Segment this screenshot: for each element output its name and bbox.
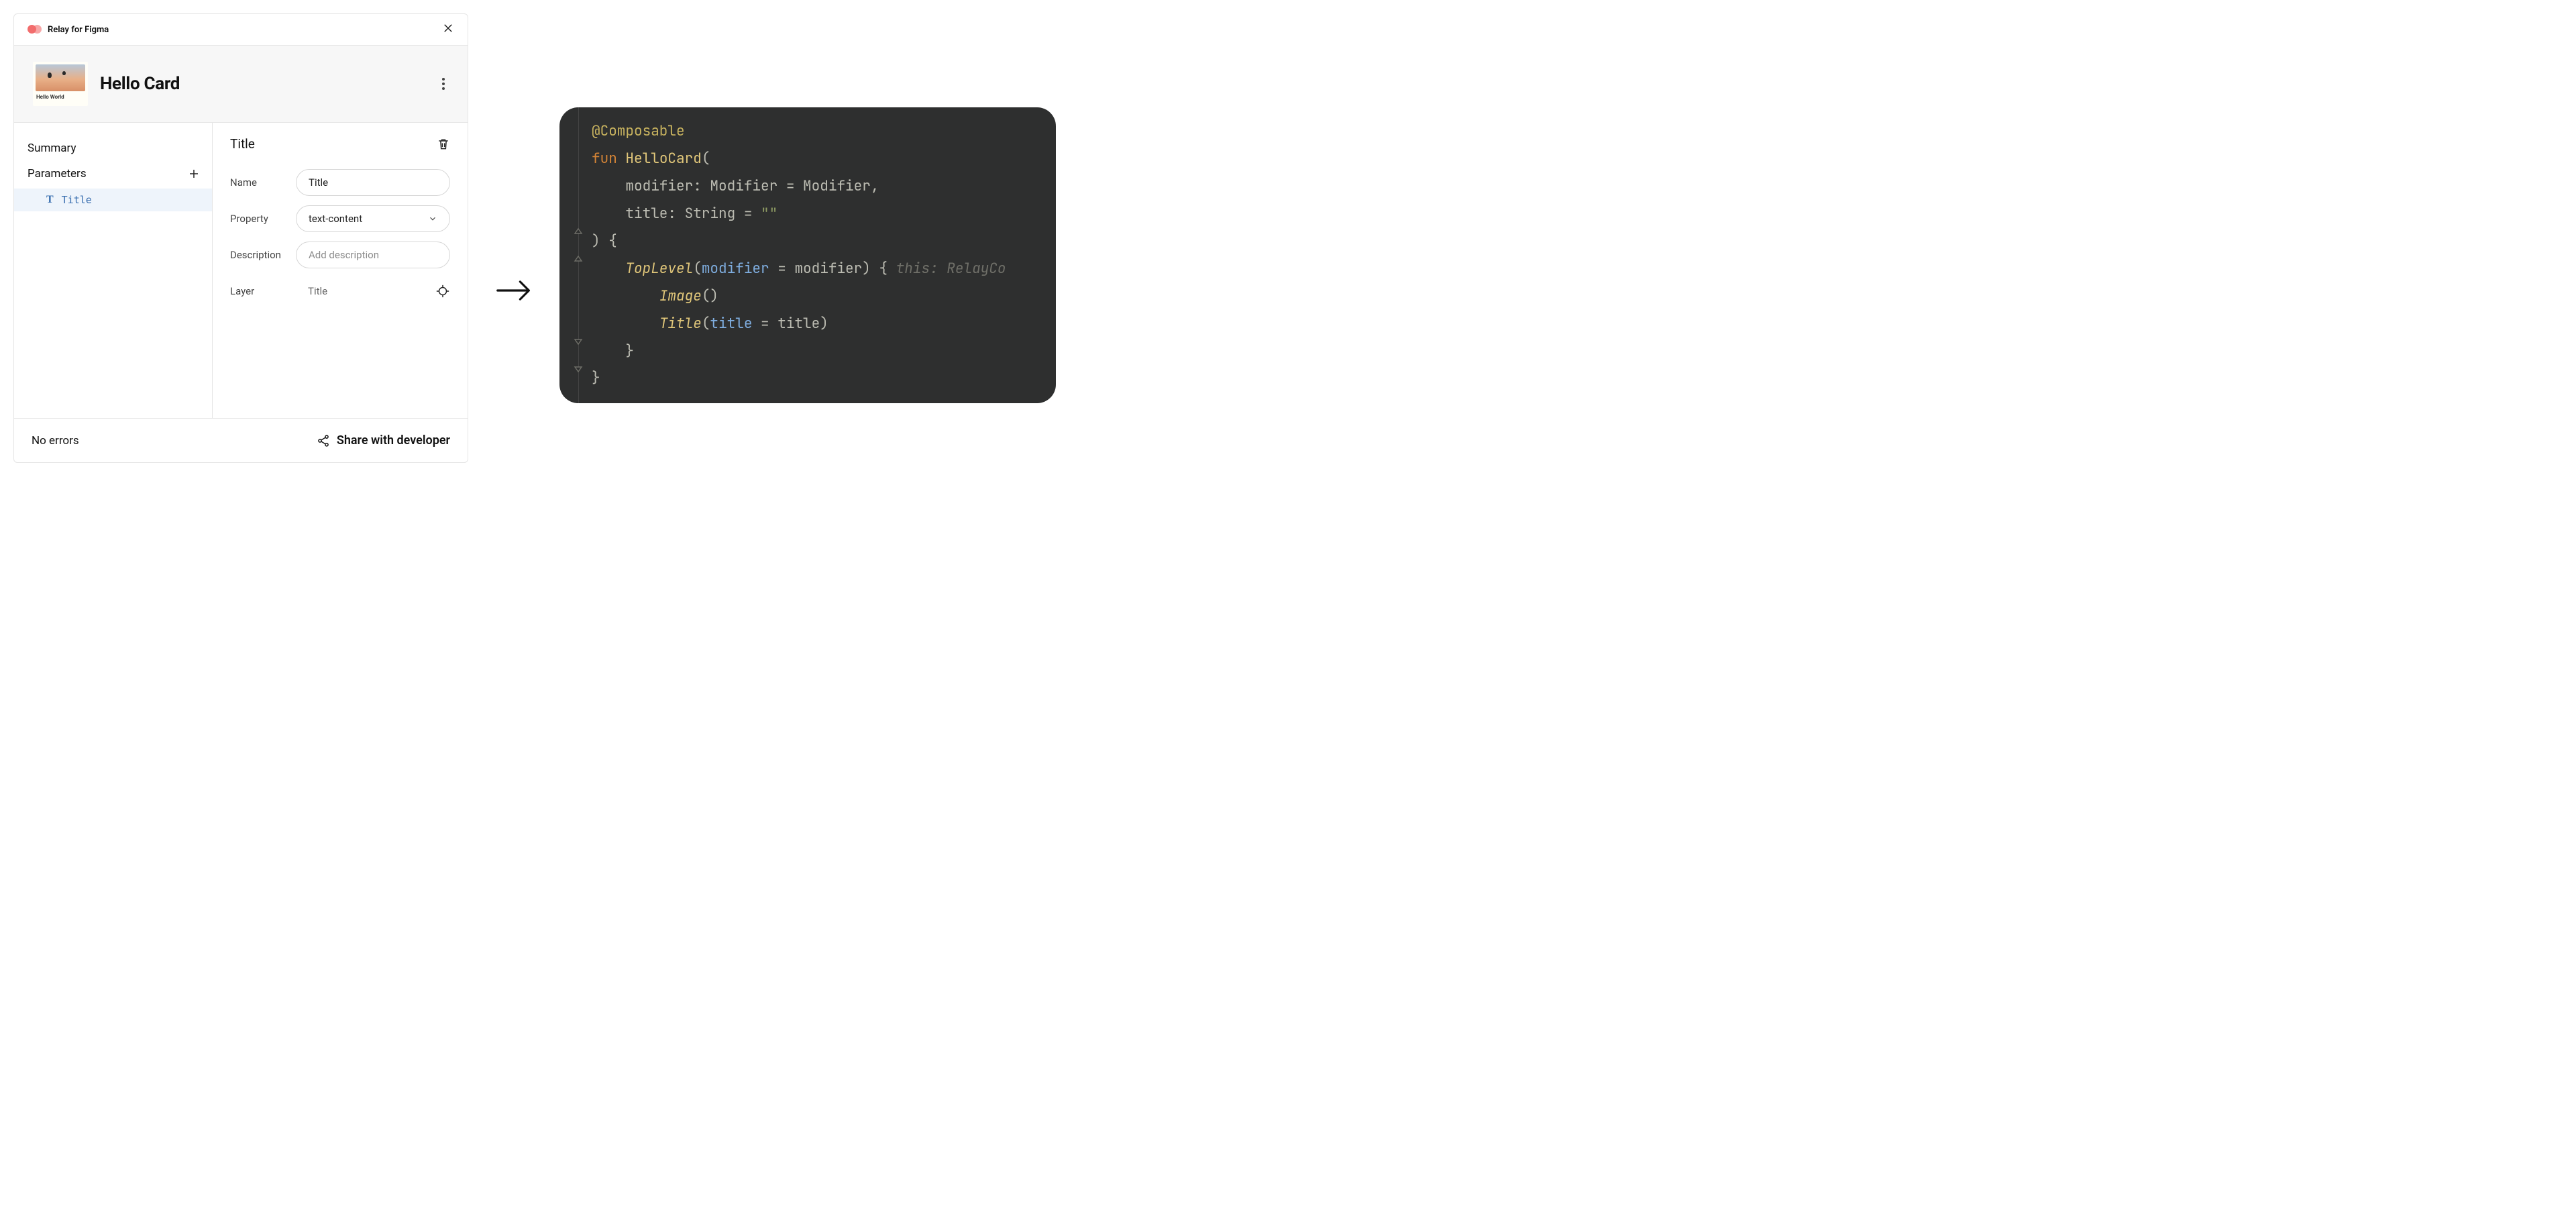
code-line: fun HelloCard( (559, 146, 1056, 173)
property-select-value: text-content (309, 213, 362, 225)
chevron-down-icon (428, 214, 437, 223)
field-layer-row: Layer Title (230, 278, 450, 305)
panel-footer: No errors Share with developer (14, 418, 468, 462)
share-with-developer-button[interactable]: Share with developer (317, 433, 450, 447)
token-named-arg: title (710, 315, 752, 333)
plugin-panel: Relay for Figma Hello World Hello Card S… (13, 13, 468, 463)
code-line: } (559, 365, 1056, 392)
sidebar-summary-heading[interactable]: Summary (14, 136, 212, 160)
token-punct: ( (702, 150, 710, 168)
field-label-description: Description (230, 249, 288, 261)
card-header-left: Hello World Hello Card (33, 62, 180, 106)
relay-logo-icon (28, 24, 42, 35)
brand-name: Relay for Figma (48, 25, 109, 35)
token-fn-name: HelloCard (625, 150, 701, 168)
component-thumbnail: Hello World (33, 62, 88, 106)
code-line: Title(title = title) (559, 311, 1056, 338)
fold-marker-icon[interactable] (572, 335, 584, 348)
sidebar-item-title[interactable]: T Title (14, 189, 212, 211)
token-id: title (777, 315, 820, 333)
fold-marker-icon[interactable] (572, 363, 584, 375)
card-title: Hello Card (100, 74, 180, 94)
detail-pane: Title Name Title Property text-content (213, 123, 468, 418)
field-property-row: Property text-content (230, 205, 450, 232)
code-line: } (559, 338, 1056, 366)
close-icon[interactable] (442, 22, 454, 37)
code-line: ) { (559, 228, 1056, 256)
token-param: modifier (625, 177, 693, 195)
code-line: modifier: Modifier = Modifier, (559, 173, 1056, 201)
fold-marker-icon[interactable] (572, 225, 584, 237)
share-label: Share with developer (337, 433, 450, 447)
code-preview: @Composable fun HelloCard( modifier: Mod… (559, 107, 1056, 403)
token-default: Modifier (803, 177, 871, 195)
arrow-right-icon (495, 277, 533, 307)
token-fn-call: Image (659, 287, 702, 305)
token-param: title (625, 205, 667, 223)
code-line: title: String = "" (559, 201, 1056, 228)
status-text: No errors (32, 434, 79, 447)
token-annotation: @Composable (592, 122, 685, 140)
sidebar-parameters-row: Parameters (14, 160, 212, 187)
token-named-arg: modifier (702, 260, 769, 278)
card-header: Hello World Hello Card (14, 46, 468, 123)
token-fn-call: Title (659, 315, 702, 333)
panel-titlebar: Relay for Figma (14, 14, 468, 46)
add-parameter-icon[interactable] (188, 168, 200, 180)
brand: Relay for Figma (28, 24, 109, 35)
token-type: String (685, 205, 736, 223)
name-input-value: Title (309, 176, 328, 189)
description-placeholder: Add description (309, 249, 379, 261)
token-string: "" (761, 205, 777, 223)
token-fn-call: TopLevel (625, 260, 693, 278)
field-label-name: Name (230, 176, 288, 189)
code-line: TopLevel(modifier = modifier) { this: Re… (559, 256, 1056, 283)
field-label-property: Property (230, 213, 288, 225)
token-id: modifier (794, 260, 862, 278)
property-select[interactable]: text-content (296, 205, 450, 232)
thumbnail-caption: Hello World (36, 94, 85, 100)
token-keyword: fun (592, 150, 617, 168)
share-icon (317, 434, 330, 447)
sidebar-item-label: Title (62, 194, 92, 206)
description-input[interactable]: Add description (296, 242, 450, 268)
more-menu-icon[interactable] (438, 74, 449, 94)
layer-value-display: Title (296, 278, 427, 305)
field-label-layer: Layer (230, 285, 288, 297)
detail-title: Title (230, 136, 255, 152)
layer-value: Title (308, 285, 327, 297)
fold-marker-icon[interactable] (572, 253, 584, 265)
token-type: Modifier (710, 177, 777, 195)
code-line: Image() (559, 283, 1056, 311)
code-line: @Composable (559, 118, 1056, 146)
panel-body: Summary Parameters T Title Title Name Ti… (14, 123, 468, 418)
sidebar-parameters-heading[interactable]: Parameters (28, 167, 87, 180)
sidebar: Summary Parameters T Title (14, 123, 213, 418)
field-description-row: Description Add description (230, 242, 450, 268)
locate-layer-icon[interactable] (435, 284, 450, 299)
delete-icon[interactable] (437, 137, 450, 152)
thumbnail-image (36, 64, 85, 91)
inlay-hint: this: RelayCo (896, 260, 1006, 278)
field-name-row: Name Title (230, 169, 450, 196)
detail-header: Title (230, 136, 450, 152)
text-type-icon: T (46, 194, 54, 206)
name-input[interactable]: Title (296, 169, 450, 196)
